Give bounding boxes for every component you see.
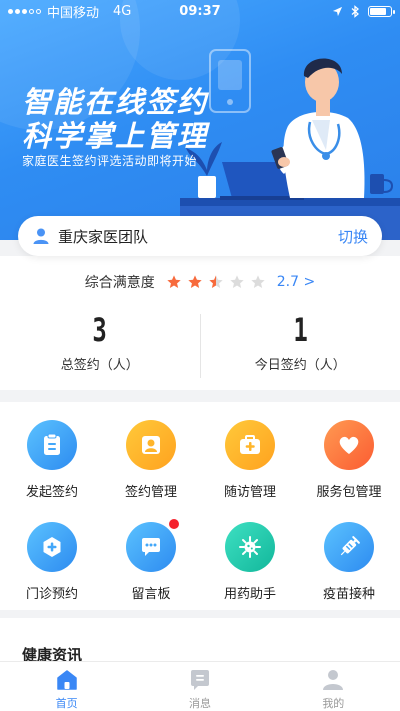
rating-value: 2.7 > [276,274,316,290]
star-empty-icon [230,275,244,288]
clipboard-icon [44,433,60,455]
tab-messages[interactable]: 消息 [133,662,266,711]
stats-panel: 综合满意度 2.7 > 3 总签约（人） 1 今日签约（人） [0,256,400,390]
star-half-icon [209,275,223,288]
status-bar: 中国移动 4G 09:37 [0,0,400,22]
feature-icon-bg [27,420,77,470]
message-icon [190,670,209,690]
tab-profile[interactable]: 我的 [267,662,400,711]
signing-counts: 3 总签约（人） 1 今日签约（人） [0,312,400,380]
star-full-icon [167,275,181,288]
rating-label: 综合满意度 [84,275,155,291]
feature-label: 疫苗接种 [322,587,375,602]
feature-label: 随访管理 [223,485,276,500]
total-signed-stat: 3 总签约（人） [0,312,200,380]
today-signed-count: 1 [293,311,308,349]
tab-home[interactable]: 首页 [0,662,133,711]
hero-subtitle: 家庭医生签约评选活动即将开始 [22,154,198,168]
feature-medication-assistant[interactable]: 用药助手 [200,522,300,614]
tab-label: 首页 [55,697,78,710]
hero-title-line2: 科学掌上管理 [22,119,209,153]
medical-kit-icon [240,435,260,454]
feature-label: 签约管理 [124,485,177,500]
chat-bubble-icon [142,538,160,556]
hero-banner: 智能在线签约 科学掌上管理 家庭医生签约评选活动即将开始 [0,0,400,240]
doctor-illustration [180,49,400,240]
feature-label: 用药助手 [223,587,276,602]
user-check-icon [142,436,160,454]
hero-title-line1: 智能在线签约 [22,85,209,119]
feature-label: 门诊预约 [25,587,78,602]
team-selector-card: 重庆家医团队 切换 [18,216,382,256]
bluetooth-icon [351,4,359,18]
feature-signing-management[interactable]: 签约管理 [101,420,201,512]
feature-icon-bg [126,518,180,572]
feature-message-board[interactable]: 留言板 [101,518,201,614]
feature-vaccination[interactable]: 疫苗接种 [299,522,399,614]
feature-initiate-signing[interactable]: 发起签约 [2,420,102,512]
today-signed-label: 今日签约（人） [254,358,346,373]
user-icon [323,670,344,690]
total-signed-label: 总签约（人） [60,358,139,373]
feature-service-package-management[interactable]: 服务包管理 [299,420,399,512]
clock-time: 09:37 [179,3,221,19]
total-signed-count: 3 [92,311,107,349]
virus-icon [239,536,261,558]
plus-hexagon-icon [43,537,61,557]
feature-label: 留言板 [131,587,171,602]
team-name: 重庆家医团队 [58,227,149,246]
feature-icon-bg [27,522,77,572]
feature-outpatient-appointment[interactable]: 门诊预约 [2,522,102,614]
feature-icon-bg [324,522,374,572]
person-icon [33,228,49,244]
feature-label: 服务包管理 [316,485,382,500]
switch-team-button[interactable]: 切换 [338,226,368,247]
signal-strength-icon [8,8,41,14]
carrier-name: 中国移动 [47,5,100,21]
feature-follow-up-management[interactable]: 随访管理 [200,420,300,512]
feature-icon-bg [126,420,176,470]
home-icon [56,670,77,690]
battery-icon [368,5,395,17]
notification-badge [168,518,180,530]
tab-label: 消息 [188,697,211,710]
heart-icon [339,436,359,454]
tab-label: 我的 [322,697,345,710]
feature-label: 发起签约 [25,485,78,500]
star-full-icon [188,275,202,288]
bottom-tab-bar: 首页 消息 我的 [0,661,400,711]
today-signed-stat: 1 今日签约（人） [201,312,400,380]
feature-icon-bg [324,420,374,470]
star-empty-icon [251,275,265,288]
feature-grid: 发起签约 签约管理 随访管理 服务包管理 门诊预约 留言板 用药助手 疫苗接种 [0,402,400,610]
satisfaction-rating[interactable]: 综合满意度 2.7 > [0,272,400,292]
location-arrow-icon [332,6,343,16]
feature-icon-bg [225,420,275,470]
feature-icon-bg [225,522,275,572]
syringe-icon [340,536,360,556]
network-type: 4G [113,3,132,19]
